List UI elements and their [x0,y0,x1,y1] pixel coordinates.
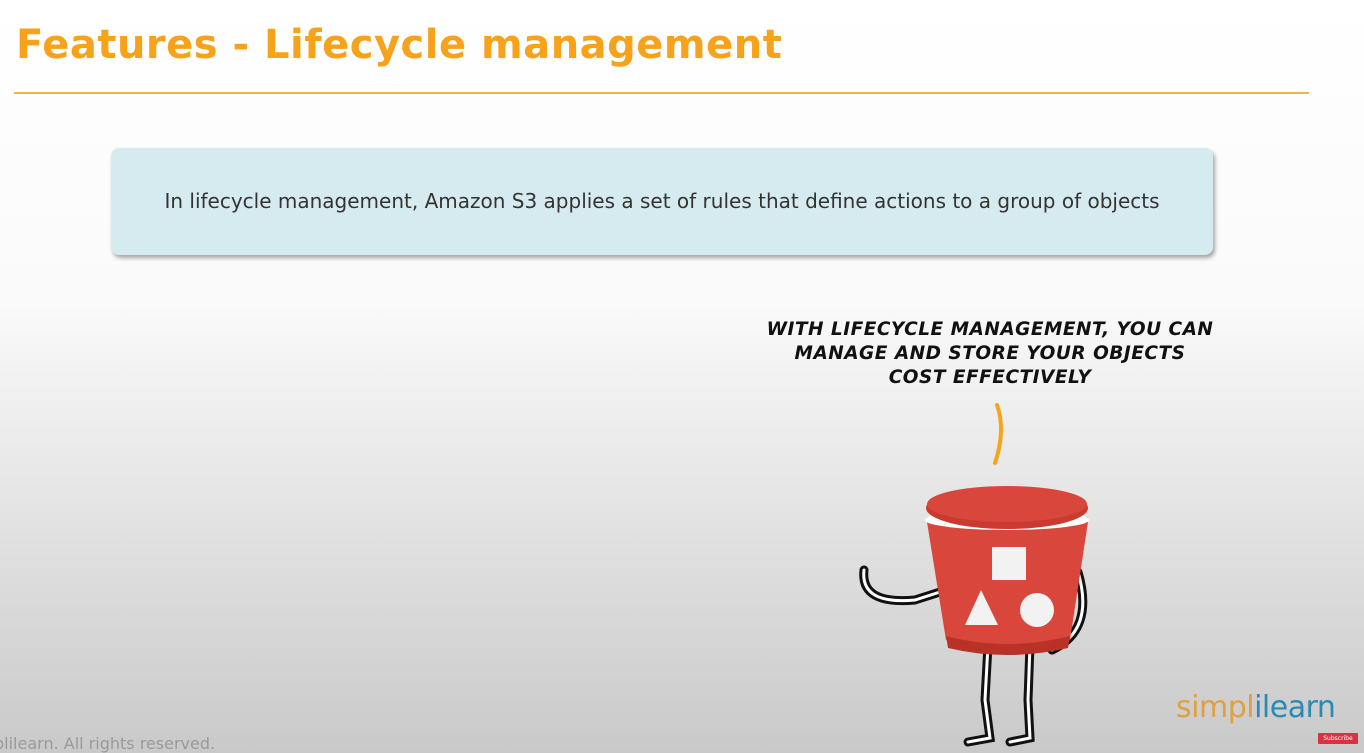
simplilearn-logo: simplilearn [1176,690,1336,725]
speech-text: With lifecycle management, you can manag… [766,319,1214,388]
definition-box: In lifecycle management, Amazon S3 appli… [111,148,1213,255]
slide-title: Features - Lifecycle management [16,22,783,68]
subscribe-button[interactable]: Subscribe [1318,733,1358,744]
copyright-footer: plilearn. All rights reserved. [0,734,216,753]
definition-text: In lifecycle management, Amazon S3 appli… [164,189,1160,213]
s3-bucket-character-icon [859,403,1089,747]
title-divider [14,92,1309,94]
